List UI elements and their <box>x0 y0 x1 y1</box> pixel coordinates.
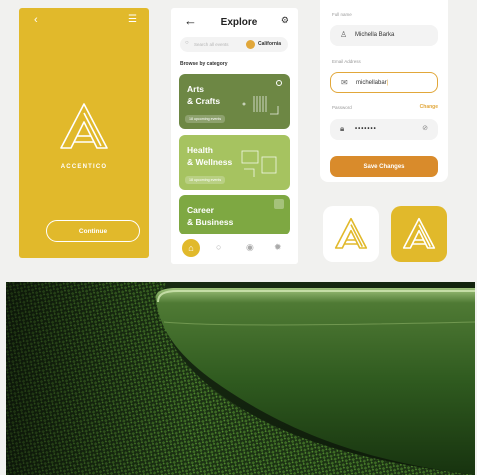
location-label[interactable]: California <box>258 41 281 47</box>
circle-icon <box>276 80 282 86</box>
category-title: Health <box>187 145 213 155</box>
search-icon: ○ <box>185 40 189 46</box>
filter-icon[interactable]: ⚙ <box>281 15 289 26</box>
email-label: Email Address <box>332 59 361 64</box>
accentico-logo-white <box>402 217 436 249</box>
mail-icon: ✉ <box>341 78 348 87</box>
bottom-nav: ⌂ ○ ◉ ✹ <box>171 234 298 264</box>
accentico-logo-gold <box>334 217 368 249</box>
password-label: Password <box>332 105 352 110</box>
save-changes-button[interactable]: Save Changes <box>330 156 438 177</box>
category-subtitle: & Crafts <box>187 96 221 106</box>
app-icon-light <box>323 206 379 262</box>
design-showcase: ‹ ☰ ACCENTICO Continue ← Explore ⚙ ○ Sea… <box>0 0 477 268</box>
splash-screen: ‹ ☰ ACCENTICO Continue <box>19 8 149 258</box>
category-card-career[interactable]: Career & Business <box>179 195 290 235</box>
category-title: Career <box>187 205 214 215</box>
category-subtitle: & Wellness <box>187 157 233 167</box>
pattern-decoration <box>241 150 277 177</box>
full-name-value: Michella Barka <box>355 31 395 38</box>
page-title: Explore <box>220 17 258 28</box>
upcoming-events-badge: 18 upcoming events <box>185 176 226 184</box>
email-value: michellabar| <box>356 79 389 86</box>
settings-nav-icon[interactable]: ✹ <box>274 242 282 253</box>
back-icon[interactable]: ‹ <box>34 14 38 26</box>
search-input[interactable]: Search all events <box>194 42 229 47</box>
menu-icon[interactable]: ☰ <box>128 14 137 25</box>
brand-name: ACCENTICO <box>60 164 108 170</box>
password-field[interactable]: 🔒︎ ••••••• ⊘ <box>330 119 438 140</box>
browse-heading: Browse by category <box>180 61 228 67</box>
back-arrow-icon[interactable]: ← <box>184 13 197 28</box>
upcoming-events-badge: 18 upcoming events <box>185 115 226 123</box>
product-photo <box>6 282 475 475</box>
email-field[interactable]: ✉ michellabar| <box>330 72 438 93</box>
square-decoration <box>274 199 284 209</box>
eye-off-icon[interactable]: ⊘ <box>422 124 428 132</box>
pattern-decoration <box>242 96 279 115</box>
full-name-field[interactable]: ♙ Michella Barka <box>330 25 438 46</box>
password-value: ••••••• <box>355 125 377 132</box>
category-subtitle: & Business <box>187 217 234 227</box>
category-card-arts[interactable]: Arts & Crafts 18 upcoming events <box>179 74 290 129</box>
continue-button[interactable]: Continue <box>46 220 140 242</box>
category-title: Arts <box>187 84 205 94</box>
location-nav-icon[interactable]: ◉ <box>246 242 254 253</box>
location-pin-icon <box>246 40 255 49</box>
home-icon[interactable]: ⌂ <box>182 239 200 257</box>
profile-edit-screen: Full name ♙ Michella Barka Email Address… <box>320 0 448 182</box>
search-bar[interactable]: ○ Search all events California <box>180 37 288 52</box>
accentico-logo <box>60 103 108 149</box>
green-device-photo <box>6 282 475 475</box>
lock-icon: 🔒︎ <box>340 124 345 133</box>
search-nav-icon[interactable]: ○ <box>216 242 221 252</box>
change-password-link[interactable]: Change <box>420 104 438 110</box>
category-card-health[interactable]: Health & Wellness 18 upcoming events <box>179 135 290 190</box>
explore-screen: ← Explore ⚙ ○ Search all events Californ… <box>171 8 298 264</box>
full-name-label: Full name <box>332 12 352 17</box>
app-icon-gold <box>391 206 447 262</box>
user-icon: ♙ <box>340 30 348 39</box>
